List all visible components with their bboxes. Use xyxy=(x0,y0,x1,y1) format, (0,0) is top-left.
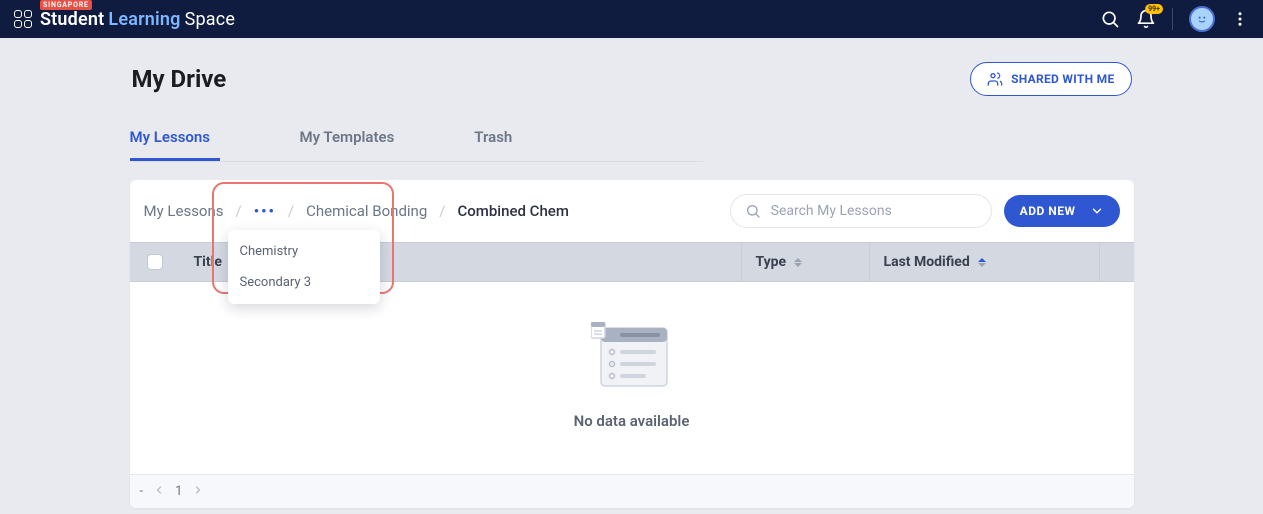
tab-label: My Templates xyxy=(300,128,395,146)
tab-label: Trash xyxy=(474,128,512,146)
breadcrumb-separator: / xyxy=(236,202,242,220)
app-grid-icon[interactable] xyxy=(14,10,32,28)
more-vertical-icon[interactable] xyxy=(1231,10,1249,28)
search-icon xyxy=(745,203,761,219)
tab-my-templates[interactable]: My Templates xyxy=(300,118,395,161)
breadcrumb-separator: / xyxy=(288,202,294,220)
divider xyxy=(1172,8,1173,30)
th-last-modified-label: Last Modified xyxy=(884,254,970,270)
avatar[interactable] xyxy=(1189,6,1215,32)
chevron-down-icon xyxy=(1090,204,1104,218)
notification-badge: 99+ xyxy=(1145,4,1163,14)
th-type[interactable]: Type xyxy=(742,243,870,281)
empty-message: No data available xyxy=(130,412,1134,430)
current-page: 1 xyxy=(175,484,182,499)
tabs: My Lessons My Templates Trash xyxy=(130,118,703,162)
top-right-actions: 99+ xyxy=(1100,6,1249,32)
brand: SINGAPORE Student Learning Space xyxy=(14,9,235,30)
breadcrumb-root[interactable]: My Lessons xyxy=(144,202,224,220)
bell-icon[interactable]: 99+ xyxy=(1136,9,1156,29)
breadcrumb-dropdown: Chemistry Secondary 3 xyxy=(228,230,380,304)
breadcrumb-ellipsis[interactable]: ••• xyxy=(254,202,276,220)
toolbar-right: ADD NEW xyxy=(730,194,1120,228)
tab-label: My Lessons xyxy=(130,128,211,146)
breadcrumb-current: Combined Chem xyxy=(457,202,568,220)
page-title: My Drive xyxy=(132,65,227,93)
top-bar: SINGAPORE Student Learning Space 99+ xyxy=(0,0,1263,38)
dropdown-item-chemistry[interactable]: Chemistry xyxy=(228,236,380,267)
shared-with-me-label: SHARED WITH ME xyxy=(1011,72,1114,86)
prev-page-button[interactable] xyxy=(153,484,165,500)
th-select-all xyxy=(130,243,180,281)
empty-state: No data available xyxy=(130,282,1134,474)
brand-word-2: Learning xyxy=(108,9,180,30)
th-last-modified[interactable]: Last Modified xyxy=(870,243,1100,281)
next-page-button[interactable] xyxy=(192,484,204,500)
dropdown-item-secondary-3[interactable]: Secondary 3 xyxy=(228,267,380,298)
th-actions xyxy=(1100,243,1134,281)
pagination: - 1 xyxy=(130,474,1134,508)
breadcrumb: My Lessons / ••• / Chemical Bonding / Co… xyxy=(144,202,569,220)
shared-with-me-button[interactable]: SHARED WITH ME xyxy=(970,62,1131,96)
sort-icon xyxy=(794,258,802,267)
search-input-wrapper[interactable] xyxy=(730,194,992,228)
add-new-label: ADD NEW xyxy=(1020,204,1076,218)
select-all-checkbox[interactable] xyxy=(147,254,163,270)
main-content: My Drive SHARED WITH ME My Lessons My Te… xyxy=(130,62,1134,508)
breadcrumb-mid[interactable]: Chemical Bonding xyxy=(306,202,427,220)
search-input[interactable] xyxy=(771,203,977,219)
empty-icon xyxy=(591,322,673,394)
card: My Lessons / ••• / Chemical Bonding / Co… xyxy=(130,180,1134,508)
share-users-icon xyxy=(987,71,1003,87)
add-new-button[interactable]: ADD NEW xyxy=(1004,195,1120,227)
brand-word-3: Space xyxy=(185,9,236,30)
sort-icon xyxy=(978,258,986,267)
th-type-label: Type xyxy=(756,254,787,270)
tab-trash[interactable]: Trash xyxy=(474,118,514,161)
tab-my-lessons[interactable]: My Lessons xyxy=(130,118,220,161)
page-range: - xyxy=(140,484,144,499)
brand-text: SINGAPORE Student Learning Space xyxy=(40,9,235,30)
brand-tag: SINGAPORE xyxy=(40,0,92,10)
header-row: My Drive SHARED WITH ME xyxy=(130,62,1134,96)
breadcrumb-separator: / xyxy=(439,202,445,220)
brand-word-1: Student xyxy=(40,9,104,30)
search-icon[interactable] xyxy=(1100,9,1120,29)
th-title-label: Title xyxy=(194,254,222,270)
